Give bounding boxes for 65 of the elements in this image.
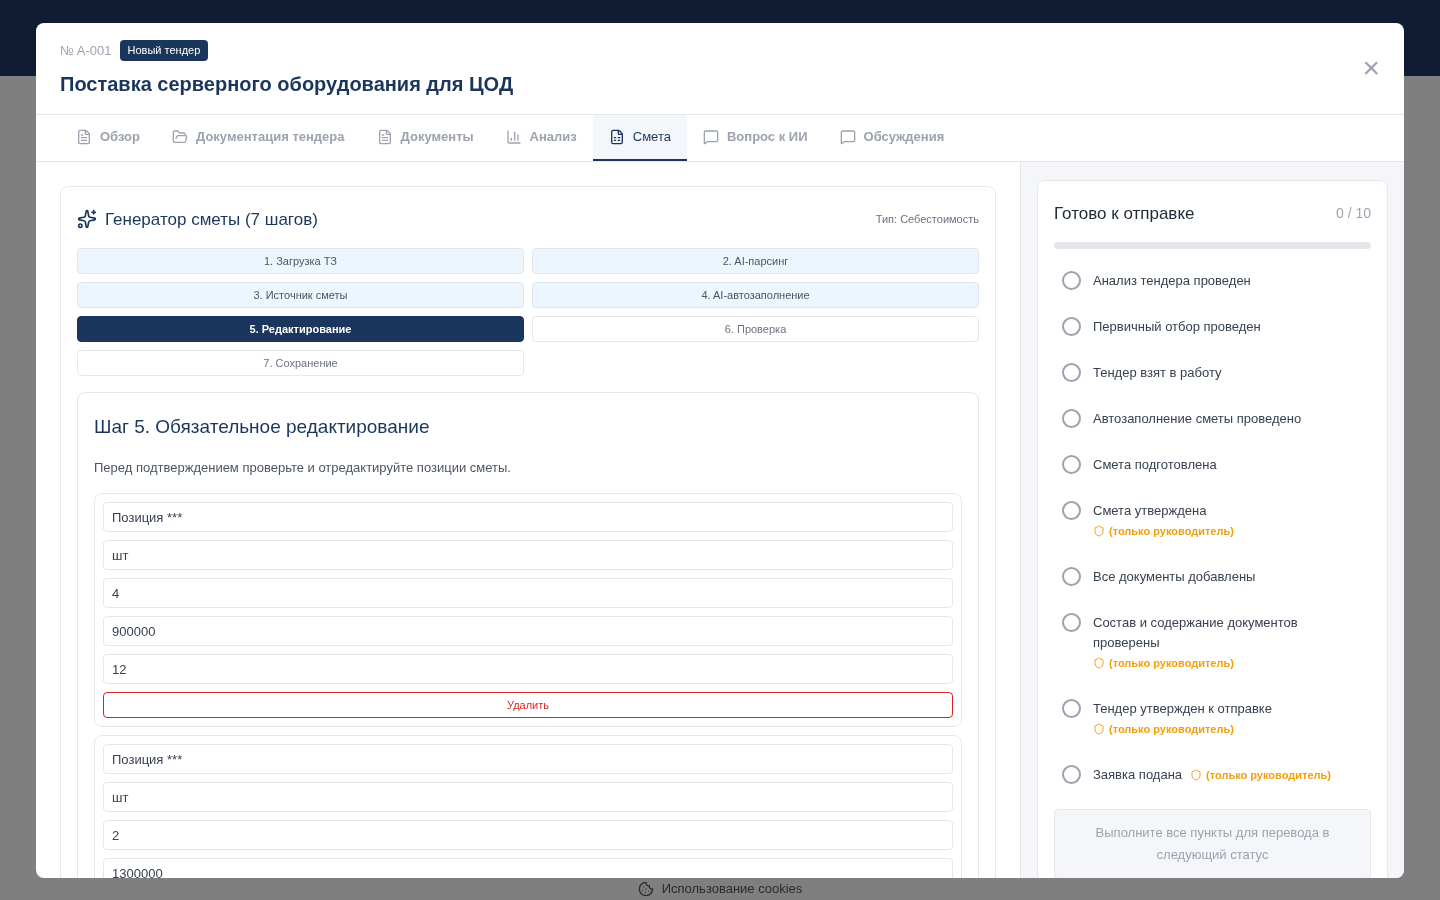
- document-icon: [376, 128, 393, 145]
- generator-title: Генератор сметы (7 шагов): [105, 208, 318, 231]
- spreadsheet-icon: [608, 128, 625, 145]
- checkbox[interactable]: [1062, 501, 1081, 520]
- manager-only-note: (только руководитель): [1206, 768, 1331, 783]
- position-field[interactable]: Позиция ***: [103, 744, 953, 774]
- checklist-label: Анализ тендера проведен: [1093, 272, 1251, 290]
- step-button[interactable]: 2. AI-парсинг: [532, 248, 979, 274]
- position-field[interactable]: шт: [103, 782, 953, 812]
- checklist-label: Автозаполнение сметы проведено: [1093, 410, 1302, 428]
- position-field[interactable]: 12: [103, 654, 953, 684]
- checkbox[interactable]: [1062, 455, 1081, 474]
- position-field[interactable]: 1300000: [103, 858, 953, 878]
- manager-only-note: (только руководитель): [1109, 722, 1234, 737]
- shield-icon: [1093, 657, 1105, 669]
- manager-only-note: (только руководитель): [1109, 524, 1234, 539]
- tab[interactable]: Смета: [592, 114, 687, 161]
- delete-button[interactable]: Удалить: [103, 692, 953, 718]
- modal-title: Поставка серверного оборудования для ЦОД: [60, 71, 515, 97]
- step-button[interactable]: 4. AI-автозаполнение: [532, 282, 979, 308]
- checklist-label: Состав и содержание документов проверены: [1093, 614, 1299, 652]
- position-field[interactable]: Позиция ***: [103, 502, 953, 532]
- manager-only-note: (только руководитель): [1109, 656, 1234, 671]
- cookie-icon: [637, 881, 654, 897]
- step-button[interactable]: 7. Сохранение: [77, 350, 524, 376]
- checklist-label: Тендер взят в работу: [1093, 364, 1222, 382]
- checklist-label: Заявка подана: [1093, 766, 1183, 784]
- step-title: Шаг 5. Обязательное редактирование: [94, 415, 431, 439]
- checkbox[interactable]: [1062, 765, 1081, 784]
- position-field[interactable]: 4: [103, 578, 953, 608]
- shield-icon: [1093, 723, 1105, 735]
- checkbox[interactable]: [1062, 567, 1081, 586]
- checkbox[interactable]: [1062, 409, 1081, 428]
- checklist-label: Все документы добавлены: [1093, 568, 1256, 586]
- checklist-label: Первичный отбор проведен: [1093, 318, 1261, 336]
- step-button[interactable]: 3. Источник сметы: [77, 282, 524, 308]
- status-badge: Новый тендер: [119, 40, 209, 61]
- step-button[interactable]: 5. Редактирование: [77, 316, 524, 342]
- cookies-link[interactable]: Использование cookies: [661, 879, 803, 899]
- checkbox[interactable]: [1062, 613, 1081, 632]
- checklist-label: Смета подготовлена: [1093, 456, 1217, 474]
- checklist-label: Смета утверждена: [1093, 502, 1207, 520]
- bar-chart-icon: [505, 128, 522, 145]
- position-field[interactable]: 2: [103, 820, 953, 850]
- checklist-title: Готово к отправке: [1054, 202, 1195, 225]
- position-field[interactable]: шт: [103, 540, 953, 570]
- chat-icon: [702, 128, 719, 145]
- checkbox[interactable]: [1062, 363, 1081, 382]
- sparkle-icon: [77, 209, 97, 230]
- tender-number: № A-001: [60, 41, 112, 60]
- shield-icon: [1093, 525, 1105, 537]
- checkbox[interactable]: [1062, 271, 1081, 290]
- checkbox[interactable]: [1062, 317, 1081, 336]
- step-button[interactable]: 1. Загрузка ТЗ: [77, 248, 524, 274]
- chat-icon: [839, 128, 856, 145]
- position-field[interactable]: 900000: [103, 616, 953, 646]
- shield-icon: [1190, 769, 1203, 781]
- step-button[interactable]: 6. Проверка: [532, 316, 979, 342]
- checkbox[interactable]: [1062, 699, 1081, 718]
- checklist-label: Тендер утвержден к отправке: [1093, 700, 1272, 718]
- step-hint: Перед подтверждением проверьте и отредактируйте позиции сметы.: [94, 458, 512, 477]
- folder-icon: [172, 128, 188, 145]
- estimate-type: Тип: Себестоимость: [875, 212, 979, 227]
- document-icon: [76, 128, 92, 145]
- checklist-count: 0 / 10: [1335, 203, 1371, 223]
